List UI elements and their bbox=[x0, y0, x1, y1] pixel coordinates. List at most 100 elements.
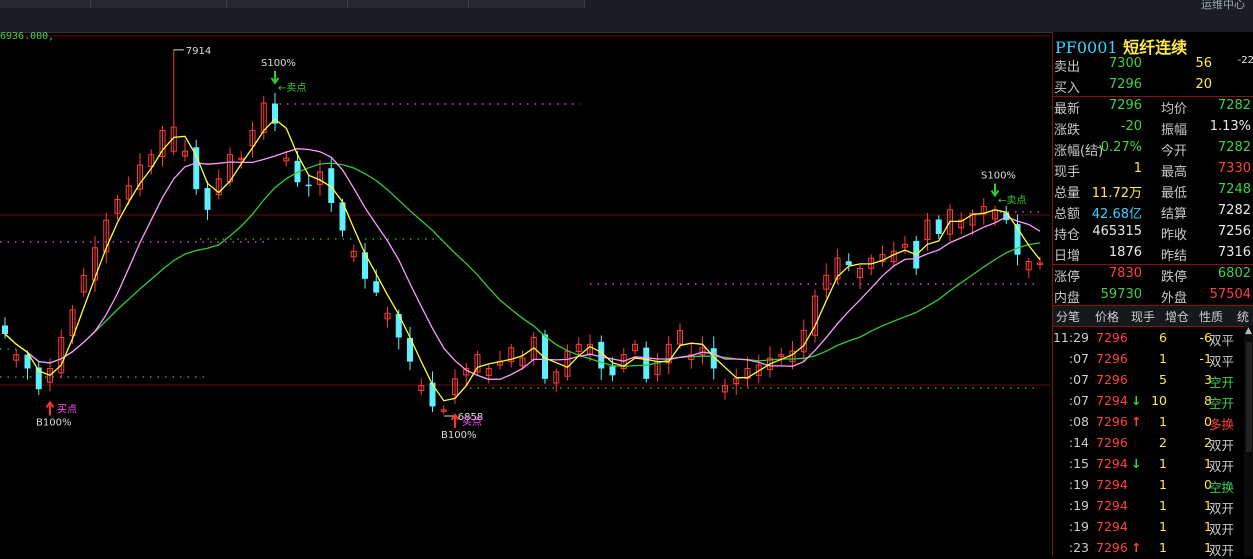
buy-arrow-icon bbox=[45, 400, 55, 416]
signal-label: 买点 bbox=[462, 416, 482, 428]
tick-row[interactable]: :19 7294 1 0 空换 bbox=[1053, 475, 1253, 496]
tick-price: 7296 bbox=[1096, 435, 1128, 450]
quote-label: 最低 bbox=[1161, 186, 1188, 201]
quote-row: 日增 1876 昨结 7316 bbox=[1053, 243, 1253, 264]
candle-body bbox=[2, 325, 8, 334]
tick-time: 11:29 bbox=[1052, 330, 1089, 345]
tick-row[interactable]: :07 7294 ↓ 10 8 空开 bbox=[1053, 391, 1253, 412]
quote-row: 总额 42.68亿 结算 7282 bbox=[1053, 201, 1253, 222]
candle-body bbox=[609, 366, 616, 376]
tick-nature: 空开 bbox=[1209, 375, 1235, 390]
signal-label: 买点 bbox=[57, 403, 77, 415]
quote-label: 卖出 bbox=[1054, 60, 1081, 75]
quote-label: 最高 bbox=[1161, 165, 1188, 180]
candle-body bbox=[204, 188, 211, 210]
sell-arrow-icon bbox=[990, 183, 1000, 198]
candle-body bbox=[845, 261, 852, 266]
scroll-thumb[interactable] bbox=[1246, 342, 1252, 452]
candle-body bbox=[429, 382, 436, 407]
quote-row: 涨跌 -20 振幅 1.13% bbox=[1053, 117, 1253, 138]
signal-percent: B100% bbox=[441, 430, 476, 441]
arrow-up-icon: ↑ bbox=[1131, 414, 1142, 429]
quote-label: 最新 bbox=[1054, 102, 1081, 117]
topbar-right-text[interactable]: 运维中心 bbox=[1201, 0, 1245, 12]
tick-row[interactable]: :07 7296 5 3 空开 bbox=[1053, 370, 1253, 391]
quote-value: 7330 bbox=[1217, 161, 1251, 176]
quote-label: 振幅 bbox=[1161, 123, 1188, 138]
high-marker: 7914 bbox=[186, 46, 211, 57]
tick-price: 7296 bbox=[1096, 540, 1128, 555]
tab-4[interactable] bbox=[348, 0, 469, 8]
tick-row[interactable]: :19 7294 1 1 双开 bbox=[1053, 517, 1253, 538]
candle-body bbox=[935, 219, 942, 234]
tick-volume: 1 bbox=[1159, 498, 1167, 513]
candle-body bbox=[305, 184, 312, 187]
tick-row[interactable]: :19 7294 1 1 双开 bbox=[1053, 496, 1253, 517]
quote-volume: 56 bbox=[1195, 56, 1212, 71]
tick-time: :08 bbox=[1068, 414, 1089, 429]
tick-nature: 空换 bbox=[1209, 480, 1235, 495]
tab-5[interactable] bbox=[469, 0, 585, 8]
quote-row: 现手 1 最高 7330 bbox=[1053, 159, 1253, 180]
tick-row[interactable]: :15 7294 ↓ 1 1 双开 bbox=[1053, 454, 1253, 475]
tab-3[interactable] bbox=[227, 0, 348, 8]
quote-label: 结算 bbox=[1161, 207, 1188, 222]
tick-tab[interactable]: 增仓 bbox=[1165, 308, 1189, 325]
quote-value: 7296 bbox=[1108, 77, 1142, 92]
quote-panel: PF0001 短纤连续 卖出 7300 56 -22 买入 7296 20 最新 7296 均价 7… bbox=[1052, 32, 1253, 558]
tick-tabs: 分笔 价格 现手 增仓 性质统 bbox=[1053, 305, 1253, 327]
tick-tab[interactable]: 性质 bbox=[1199, 308, 1223, 325]
quote-value: 7256 bbox=[1217, 224, 1251, 239]
tick-time: :07 bbox=[1068, 351, 1089, 366]
tick-row[interactable]: 11:29 7296 6 -6 双平 bbox=[1053, 328, 1253, 349]
scroll-up-icon[interactable]: ▲ bbox=[1245, 326, 1252, 336]
tick-tab[interactable]: 分笔 bbox=[1056, 308, 1080, 325]
tick-price: 7296 bbox=[1096, 351, 1128, 366]
ma-label: 6936.000, bbox=[0, 31, 55, 42]
ma-mid-line bbox=[4, 148, 1041, 380]
quote-value: 7282 bbox=[1217, 203, 1251, 218]
tick-scrollbar[interactable]: ▲ bbox=[1244, 326, 1253, 556]
tick-volume: 1 bbox=[1159, 351, 1167, 366]
tick-nature: 双开 bbox=[1209, 522, 1235, 537]
tick-row[interactable]: :14 7296 2 2 双开 bbox=[1053, 433, 1253, 454]
quote-label: 买入 bbox=[1054, 81, 1081, 96]
tick-nature: 双平 bbox=[1209, 333, 1235, 348]
quote-value: 1876 bbox=[1108, 245, 1142, 260]
quote-value: -0.27% bbox=[1096, 140, 1142, 155]
tick-time: :23 bbox=[1068, 540, 1089, 555]
signal-percent: S100% bbox=[981, 171, 1016, 182]
quote-value: 6802 bbox=[1217, 266, 1251, 281]
quote-row: 涨停 7830 跌停 6802 bbox=[1053, 264, 1253, 285]
tick-row[interactable]: :07 7296 1 -1 双平 bbox=[1053, 349, 1253, 370]
tick-volume: 1 bbox=[1159, 456, 1167, 471]
tick-time: :07 bbox=[1068, 372, 1089, 387]
signal-label: ←卖点 bbox=[998, 195, 1026, 207]
tick-tab[interactable]: 统 bbox=[1237, 308, 1249, 325]
quote-value: 1 bbox=[1133, 161, 1142, 176]
tick-price: 7296 bbox=[1096, 330, 1128, 345]
quote-value: -20 bbox=[1120, 119, 1142, 134]
tab-2[interactable] bbox=[91, 0, 227, 8]
tick-nature: 多换 bbox=[1209, 417, 1235, 432]
tick-volume: 10 bbox=[1151, 393, 1167, 408]
tick-price: 7296 bbox=[1096, 414, 1128, 429]
quote-row: 内盘 59730 外盘 57504 bbox=[1053, 285, 1253, 306]
quote-value: 59730 bbox=[1100, 287, 1142, 302]
tick-row[interactable]: :08 7296 ↑ 1 0 多换 bbox=[1053, 412, 1253, 433]
tick-time: :19 bbox=[1068, 519, 1089, 534]
tick-time: :19 bbox=[1068, 498, 1089, 513]
tick-time: :15 bbox=[1068, 456, 1089, 471]
quote-label: 内盘 bbox=[1054, 291, 1081, 306]
quote-value: 42.68亿 bbox=[1091, 207, 1142, 222]
arrow-down-icon: ↓ bbox=[1131, 456, 1142, 471]
tick-tab[interactable]: 价格 bbox=[1095, 308, 1119, 325]
tab-1[interactable] bbox=[0, 0, 91, 8]
tick-volume: 1 bbox=[1159, 414, 1167, 429]
tick-volume: 1 bbox=[1159, 540, 1167, 555]
kline-chart[interactable]: 79146858S100%←卖点S100%←卖点买点B100% 买点B100% bbox=[0, 32, 1050, 556]
quote-label: 昨结 bbox=[1161, 249, 1188, 264]
arrow-up-icon: ↑ bbox=[1131, 540, 1142, 555]
tick-tab[interactable]: 现手 bbox=[1131, 308, 1155, 325]
quote-row: 最新 7296 均价 7282 bbox=[1053, 96, 1253, 117]
